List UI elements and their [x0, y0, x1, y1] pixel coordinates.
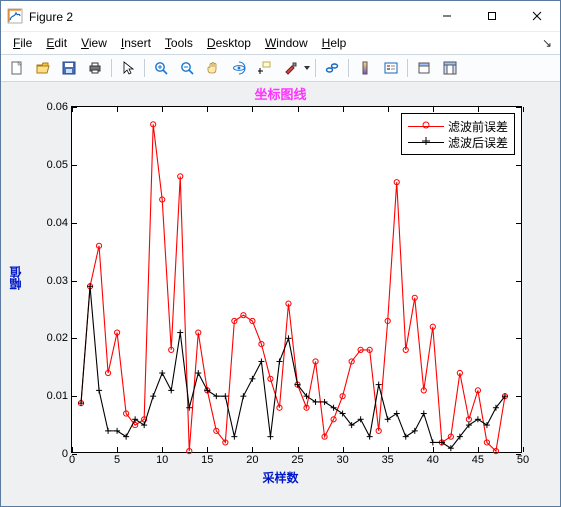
x-tick-label: 25	[291, 454, 303, 466]
plot-area	[72, 107, 523, 454]
y-tick-label: 0.02	[47, 332, 68, 344]
insert-colorbar-button[interactable]	[353, 56, 377, 80]
brush-dropdown-icon[interactable]	[303, 57, 311, 79]
print-button[interactable]	[83, 56, 107, 80]
y-tick-label: 0.05	[47, 159, 68, 171]
y-axis-label: 幅值	[7, 266, 24, 290]
link-data-button[interactable]	[320, 56, 344, 80]
legend[interactable]: 滤波前误差滤波后误差	[401, 113, 515, 155]
figure-window: Figure 2 File Edit View Insert Tools Des…	[0, 0, 561, 507]
x-tick-label: 45	[472, 454, 484, 466]
show-plot-tools-button[interactable]	[438, 56, 462, 80]
menu-window[interactable]: Window	[259, 35, 314, 51]
brush-button[interactable]	[279, 56, 303, 80]
axes[interactable]: 滤波前误差滤波后误差 00.010.020.030.040.050.060510…	[71, 106, 522, 453]
menu-view[interactable]: View	[75, 35, 113, 51]
rotate3d-button[interactable]	[227, 56, 251, 80]
legend-entry[interactable]: 滤波后误差	[408, 134, 508, 150]
insert-legend-button[interactable]	[379, 56, 403, 80]
x-tick-label: 30	[336, 454, 348, 466]
y-tick-label: 0.03	[47, 275, 68, 287]
app-icon	[7, 8, 23, 24]
hide-plot-tools-button[interactable]	[412, 56, 436, 80]
tb-sep	[144, 59, 145, 77]
x-tick-label: 10	[156, 454, 168, 466]
close-button[interactable]	[514, 2, 560, 31]
zoom-in-button[interactable]	[149, 56, 173, 80]
x-tick-label: 5	[114, 454, 120, 466]
legend-entry[interactable]: 滤波前误差	[408, 118, 508, 134]
maximize-button[interactable]	[469, 2, 514, 31]
y-tick-label: 0	[62, 448, 68, 460]
menu-edit[interactable]: Edit	[40, 35, 73, 51]
menu-file[interactable]: File	[7, 35, 38, 51]
title-bar[interactable]: Figure 2	[1, 1, 560, 32]
pointer-button[interactable]	[116, 56, 140, 80]
x-tick-label: 0	[69, 454, 75, 466]
minimize-button[interactable]	[424, 2, 469, 31]
menu-tools[interactable]: Tools	[159, 35, 199, 51]
x-tick-label: 20	[246, 454, 258, 466]
x-tick-label: 40	[427, 454, 439, 466]
x-tick-label: 15	[201, 454, 213, 466]
window-title: Figure 2	[29, 9, 73, 24]
menu-insert[interactable]: Insert	[115, 35, 157, 51]
open-button[interactable]	[31, 56, 55, 80]
x-axis-label: 采样数	[1, 469, 560, 486]
y-tick-label: 0.06	[47, 101, 68, 113]
new-figure-button[interactable]	[5, 56, 29, 80]
tb-sep	[315, 59, 316, 77]
menu-bar: File Edit View Insert Tools Desktop Wind…	[1, 32, 560, 54]
legend-label: 滤波前误差	[448, 118, 508, 135]
data-cursor-button[interactable]	[253, 56, 277, 80]
menu-help[interactable]: Help	[316, 35, 353, 51]
figure-toolbar	[1, 54, 560, 82]
tb-sep	[407, 59, 408, 77]
y-tick-label: 0.04	[47, 217, 68, 229]
tb-sep	[348, 59, 349, 77]
tb-sep	[111, 59, 112, 77]
axes-title: 坐标图线	[1, 84, 560, 103]
zoom-out-button[interactable]	[175, 56, 199, 80]
save-button[interactable]	[57, 56, 81, 80]
y-tick-label: 0.01	[47, 390, 68, 402]
menu-toolbar-options-icon[interactable]: ↘	[540, 36, 554, 50]
x-tick-label: 50	[517, 454, 529, 466]
pan-button[interactable]	[201, 56, 225, 80]
x-tick-label: 35	[382, 454, 394, 466]
menu-desktop[interactable]: Desktop	[201, 35, 257, 51]
figure-canvas: 坐标图线 幅值 采样数 滤波前误差滤波后误差 00.010.020.030.04…	[1, 82, 560, 506]
legend-label: 滤波后误差	[448, 134, 508, 151]
